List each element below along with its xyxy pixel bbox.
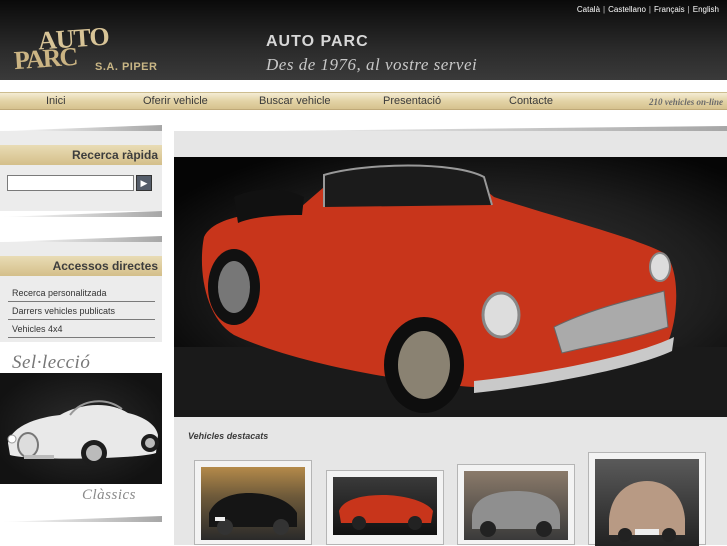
nav-contacte[interactable]: Contacte — [509, 95, 553, 107]
red-roadster-icon — [174, 164, 727, 417]
logo[interactable]: AUTO PARC S.A. PIPER — [10, 22, 160, 78]
brand-name: AUTO PARC — [266, 33, 369, 50]
featured-vehicle-1[interactable] — [194, 460, 312, 545]
site-header: Català | Castellano | Français | English AUTO … — [0, 0, 727, 80]
nav-buscar-vehicle[interactable]: Buscar vehicle — [259, 95, 331, 107]
panel-divider — [0, 211, 162, 217]
nav-inici[interactable]: Inici — [46, 95, 66, 107]
selection-title: Sel·lecció — [12, 352, 91, 373]
online-count: 210 vehicles on-line — [649, 97, 723, 107]
link-darrers-vehicles[interactable]: Darrers vehicles publicats — [8, 303, 155, 320]
featured-vehicle-4[interactable] — [588, 452, 706, 546]
lang-castellano[interactable]: Castellano — [608, 5, 646, 14]
white-classic-car-icon — [7, 400, 159, 466]
link-vehicles-4x4[interactable]: Vehicles 4x4 — [8, 321, 155, 338]
classic-car-image[interactable] — [0, 373, 162, 484]
quick-search-panel — [0, 131, 162, 211]
main-nav: Inici Oferir vehicle Buscar vehicle Pres… — [0, 92, 727, 110]
lang-catala[interactable]: Català — [577, 5, 600, 14]
logo-parc-text: PARC — [13, 41, 78, 76]
logo-subtitle: S.A. PIPER — [95, 61, 158, 73]
hero-car-image[interactable] — [174, 157, 727, 417]
featured-title: Vehicles destacats — [188, 431, 269, 441]
access-title: Accessos directes — [0, 256, 162, 276]
panel-divider — [0, 516, 162, 522]
arrow-right-icon: ▶ — [140, 178, 148, 188]
featured-vehicle-3[interactable] — [457, 464, 575, 545]
black-sedan-icon — [209, 493, 297, 535]
quick-search-title: Recerca ràpida — [0, 145, 162, 165]
search-button[interactable]: ▶ — [136, 175, 152, 191]
gold-hatchback-icon — [609, 481, 685, 542]
language-selector: Català | Castellano | Français | English — [576, 5, 719, 14]
lang-francais[interactable]: Français — [654, 5, 685, 14]
lang-english[interactable]: English — [693, 5, 719, 14]
red-convertible-icon — [339, 495, 433, 530]
brand-slogan: Des de 1976, al vostre servei — [266, 55, 478, 74]
classics-label: Clàssics — [82, 487, 137, 503]
nav-presentacio[interactable]: Presentació — [383, 95, 441, 107]
silver-suv-icon — [472, 491, 560, 537]
link-recerca-personalitzada[interactable]: Recerca personalitzada — [8, 285, 155, 302]
featured-vehicle-2[interactable] — [326, 470, 444, 545]
nav-oferir-vehicle[interactable]: Oferir vehicle — [143, 95, 208, 107]
search-input[interactable] — [7, 175, 134, 191]
